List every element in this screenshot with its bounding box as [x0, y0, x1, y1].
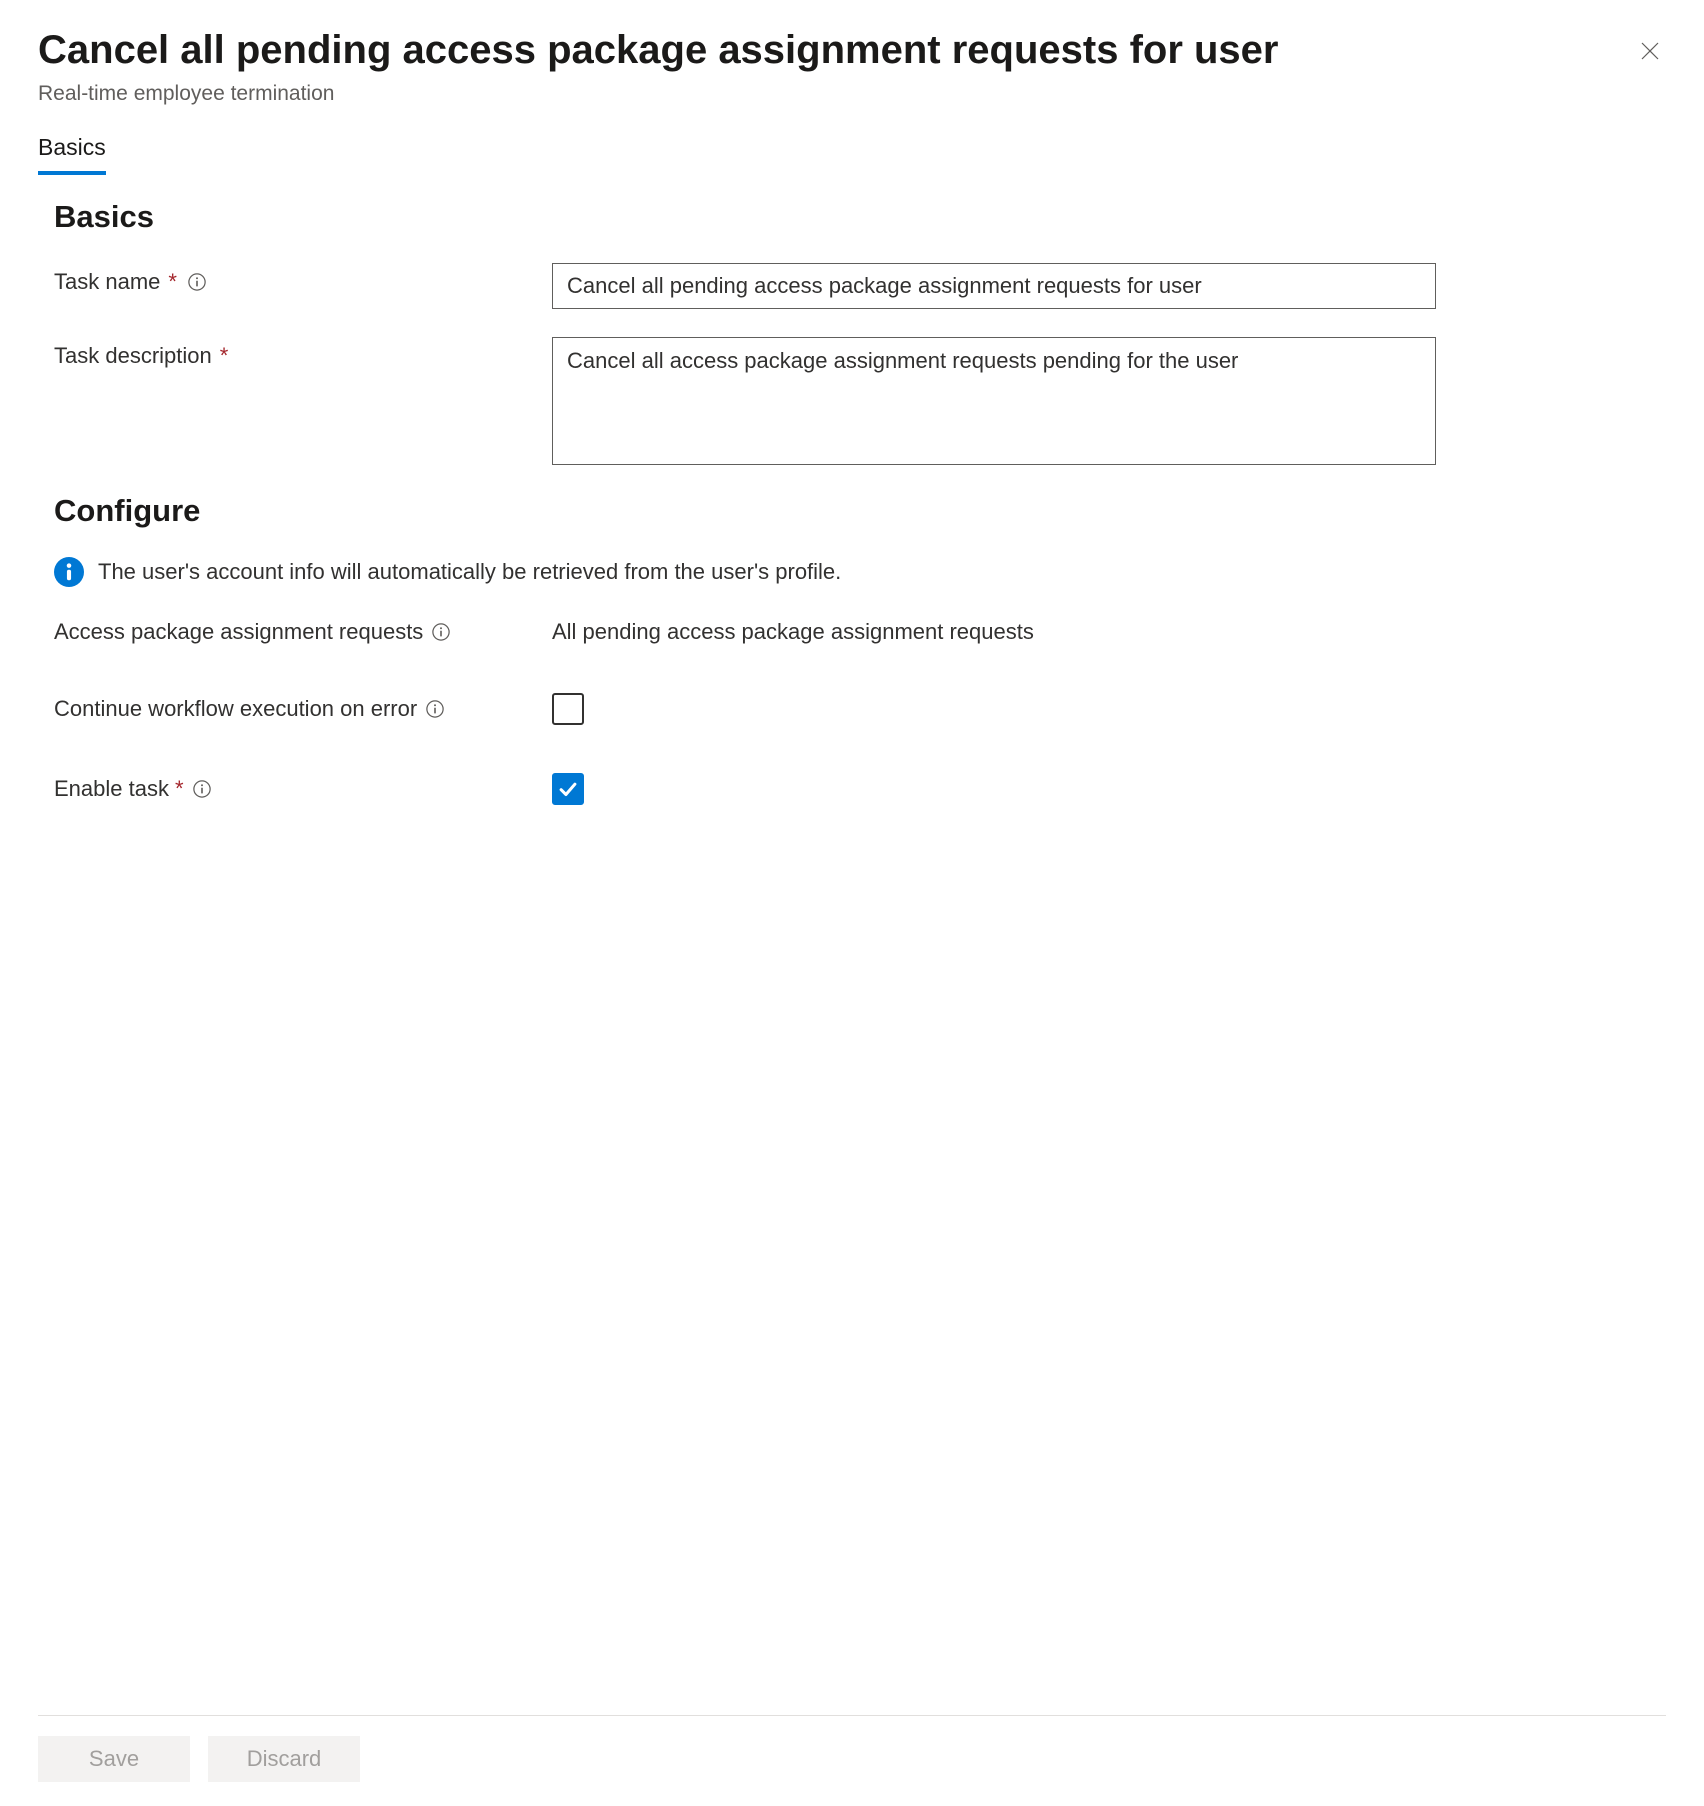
- info-icon[interactable]: [192, 779, 212, 799]
- page-subtitle: Real-time employee termination: [38, 82, 1666, 106]
- access-package-requests-value: All pending access package assignment re…: [552, 619, 1034, 645]
- section-heading-configure: Configure: [54, 493, 1666, 529]
- task-name-label: Task name *: [54, 263, 552, 295]
- panel-content: Basics Task name * Task description *: [38, 199, 1666, 1715]
- field-row-enable-task: Enable task *: [54, 773, 1666, 805]
- continue-on-error-label-text: Continue workflow execution on error: [54, 696, 417, 722]
- enable-task-label: Enable task *: [54, 776, 552, 802]
- field-row-access-package-requests: Access package assignment requests All p…: [54, 619, 1666, 645]
- save-button[interactable]: Save: [38, 1736, 190, 1782]
- tab-strip: Basics: [38, 134, 1666, 175]
- continue-on-error-checkbox[interactable]: [552, 693, 584, 725]
- info-banner: The user's account info will automatical…: [54, 557, 1666, 587]
- panel-footer: Save Discard: [38, 1715, 1666, 1806]
- access-package-requests-label: Access package assignment requests: [54, 619, 552, 645]
- continue-on-error-label: Continue workflow execution on error: [54, 696, 552, 722]
- required-asterisk: *: [175, 776, 184, 802]
- field-row-task-description: Task description *: [54, 337, 1666, 465]
- required-asterisk: *: [168, 269, 177, 295]
- page-title: Cancel all pending access package assign…: [38, 24, 1666, 76]
- info-icon: [54, 557, 84, 587]
- close-button[interactable]: [1634, 36, 1666, 68]
- field-row-task-name: Task name *: [54, 263, 1666, 309]
- section-heading-basics: Basics: [54, 199, 1666, 235]
- access-package-requests-label-text: Access package assignment requests: [54, 619, 423, 645]
- close-icon: [1638, 39, 1662, 66]
- task-name-input[interactable]: [552, 263, 1436, 309]
- field-row-continue-on-error: Continue workflow execution on error: [54, 693, 1666, 725]
- tab-basics[interactable]: Basics: [38, 134, 106, 175]
- info-icon[interactable]: [425, 699, 445, 719]
- discard-button[interactable]: Discard: [208, 1736, 360, 1782]
- task-name-label-text: Task name: [54, 269, 160, 295]
- info-icon[interactable]: [187, 272, 207, 292]
- task-description-label-text: Task description: [54, 343, 212, 369]
- task-edit-panel: Cancel all pending access package assign…: [0, 0, 1704, 1806]
- info-banner-text: The user's account info will automatical…: [98, 559, 841, 585]
- enable-task-checkbox[interactable]: [552, 773, 584, 805]
- panel-header: Cancel all pending access package assign…: [38, 24, 1666, 106]
- info-icon[interactable]: [431, 622, 451, 642]
- task-description-input[interactable]: [552, 337, 1436, 465]
- task-description-label: Task description *: [54, 337, 552, 369]
- required-asterisk: *: [220, 343, 229, 369]
- enable-task-label-text: Enable task: [54, 776, 169, 802]
